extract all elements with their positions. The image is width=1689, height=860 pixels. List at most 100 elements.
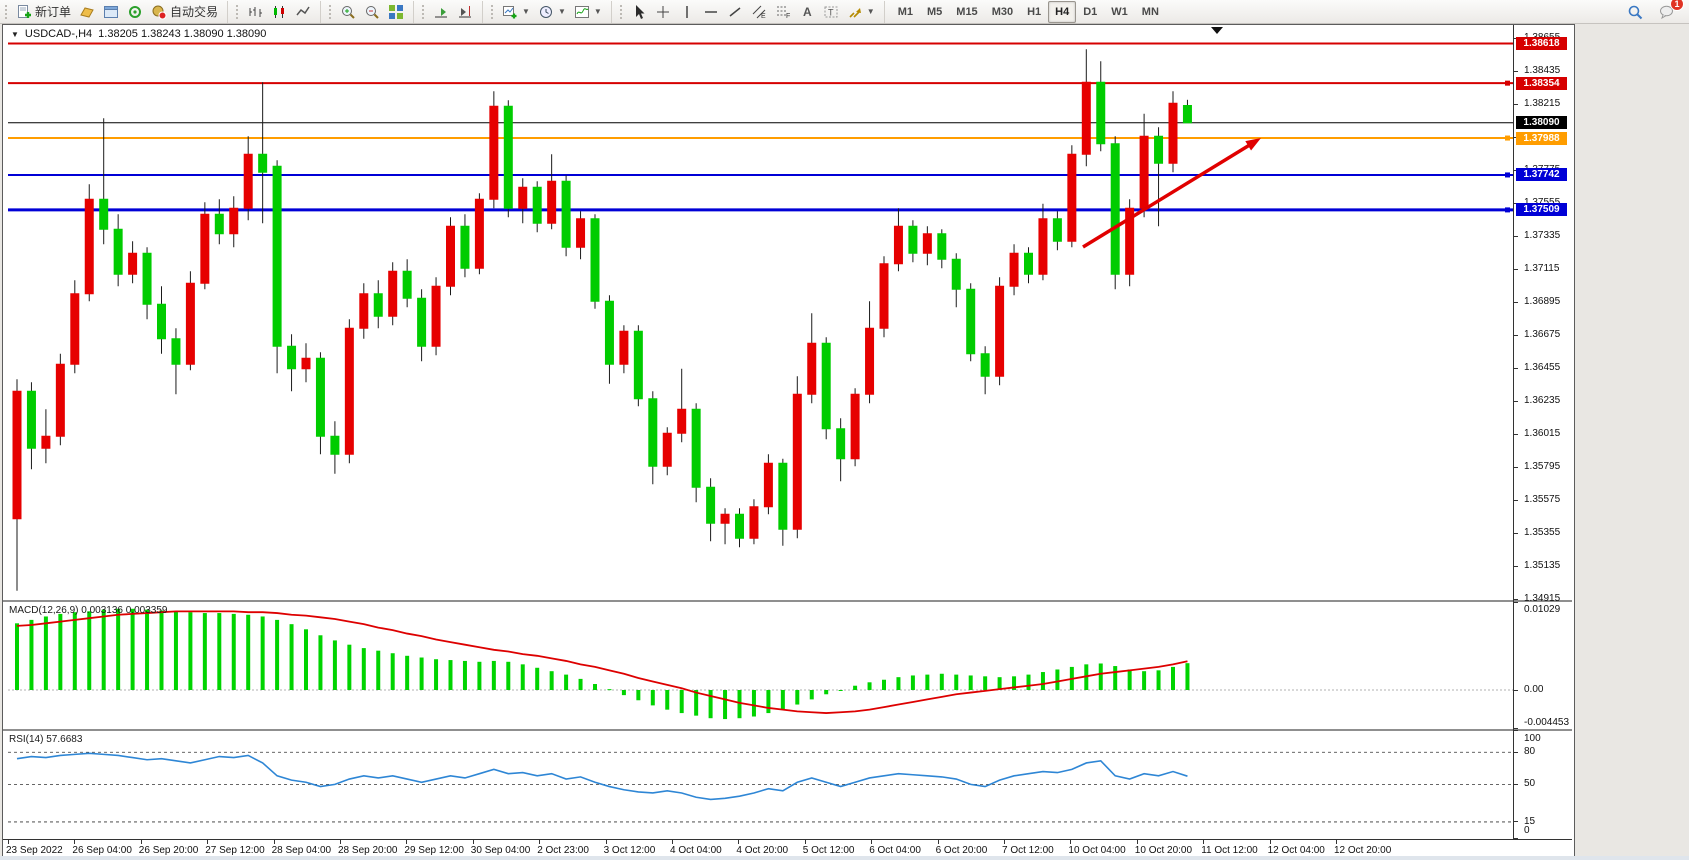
templates-icon bbox=[574, 4, 590, 20]
svg-text:A: A bbox=[803, 5, 812, 19]
toolbar-group-dropdowns: ▼ ▼ ▼ bbox=[482, 1, 609, 23]
rsi-tick-label: 50 bbox=[1524, 778, 1535, 789]
fibonacci-icon: F bbox=[775, 4, 791, 20]
time-tick-label: 30 Sep 04:00 bbox=[471, 845, 531, 856]
channel-button[interactable]: E bbox=[747, 1, 771, 23]
navigator-button[interactable] bbox=[99, 1, 123, 23]
cursor-icon bbox=[631, 4, 647, 20]
chart-collapse-icon[interactable]: ▼ bbox=[11, 30, 19, 39]
time-tick-label: 6 Oct 20:00 bbox=[936, 845, 988, 856]
price-tick-mark bbox=[1514, 236, 1518, 237]
svg-text:T: T bbox=[828, 7, 834, 17]
time-tick-label: 26 Sep 20:00 bbox=[139, 845, 199, 856]
horizontal-line-icon bbox=[703, 4, 719, 20]
periods-button-caret-icon[interactable]: ▼ bbox=[558, 7, 566, 16]
rsi-tick-mark bbox=[1514, 838, 1518, 839]
price-tick-mark bbox=[1514, 467, 1518, 468]
new-chart-icon bbox=[502, 4, 518, 20]
timeframe-h1-button[interactable]: H1 bbox=[1020, 1, 1048, 23]
macd-panel-separator[interactable] bbox=[3, 600, 1572, 602]
timeframe-w1-button[interactable]: W1 bbox=[1104, 1, 1135, 23]
autotrading-button[interactable]: 自动交易 bbox=[147, 1, 222, 23]
candlestick-button[interactable] bbox=[267, 1, 291, 23]
periods-icon bbox=[538, 4, 554, 20]
arrows-icon bbox=[847, 4, 863, 20]
line-chart-button[interactable] bbox=[291, 1, 315, 23]
text-icon: A bbox=[799, 4, 815, 20]
horizontal-line-button[interactable] bbox=[699, 1, 723, 23]
auto-scroll-button[interactable] bbox=[429, 1, 453, 23]
timeframe-m1-button[interactable]: M1 bbox=[891, 1, 920, 23]
time-tick-mark bbox=[274, 840, 275, 844]
crosshair-button[interactable] bbox=[651, 1, 675, 23]
fibonacci-button[interactable]: F bbox=[771, 1, 795, 23]
toolbar-group-scroll bbox=[413, 1, 480, 23]
time-tick-mark bbox=[406, 840, 407, 844]
autotrading-button-label: 自动交易 bbox=[170, 3, 218, 20]
timeframe-m5-button[interactable]: M5 bbox=[920, 1, 949, 23]
arrows-button[interactable]: ▼ bbox=[843, 1, 879, 23]
search-button[interactable] bbox=[1623, 1, 1647, 23]
time-tick-mark bbox=[539, 840, 540, 844]
new-chart-button[interactable]: ▼ bbox=[498, 1, 534, 23]
timeframe-h4-button[interactable]: H4 bbox=[1048, 1, 1076, 23]
price-tick-mark bbox=[1514, 269, 1518, 270]
time-tick-mark bbox=[141, 840, 142, 844]
zoom-in-button[interactable] bbox=[336, 1, 360, 23]
rsi-panel-separator[interactable] bbox=[3, 729, 1572, 731]
chart-window[interactable]: ▼ USDCAD-,H4 1.38205 1.38243 1.38090 1.3… bbox=[2, 24, 1575, 860]
price-tick-label: 1.36455 bbox=[1524, 362, 1560, 373]
macd-indicator-label: MACD(12,26,9) 0.003136 0.003359 bbox=[9, 605, 167, 616]
price-tick-mark bbox=[1514, 104, 1518, 105]
autotrading-icon bbox=[151, 4, 167, 20]
signals-button[interactable] bbox=[123, 1, 147, 23]
periods-button[interactable]: ▼ bbox=[534, 1, 570, 23]
vertical-line-button[interactable] bbox=[675, 1, 699, 23]
tile-windows-button[interactable] bbox=[384, 1, 408, 23]
time-tick-label: 2 Oct 23:00 bbox=[537, 845, 589, 856]
trendline-button[interactable] bbox=[723, 1, 747, 23]
price-tick-label: 1.36895 bbox=[1524, 296, 1560, 307]
text-label-icon: T bbox=[823, 4, 839, 20]
rsi-tick-mark bbox=[1514, 730, 1518, 731]
rsi-tick-label: 100 bbox=[1524, 733, 1541, 744]
price-tick-label: 1.37115 bbox=[1524, 263, 1559, 274]
chart-shift-button[interactable] bbox=[453, 1, 477, 23]
time-tick-label: 28 Sep 04:00 bbox=[272, 845, 332, 856]
new-order-button[interactable]: 新订单 bbox=[12, 1, 75, 23]
time-tick-label: 29 Sep 12:00 bbox=[404, 845, 464, 856]
price-tick-mark bbox=[1514, 434, 1518, 435]
price-line-label: 1.38618 bbox=[1516, 37, 1567, 50]
templates-button[interactable]: ▼ bbox=[570, 1, 606, 23]
time-tick-mark bbox=[1336, 840, 1337, 844]
time-tick-mark bbox=[1137, 840, 1138, 844]
timeframe-m30-button[interactable]: M30 bbox=[985, 1, 1020, 23]
time-tick-mark bbox=[1203, 840, 1204, 844]
bar-chart-button[interactable] bbox=[243, 1, 267, 23]
timeframe-d1-button[interactable]: D1 bbox=[1076, 1, 1104, 23]
price-tick-label: 1.34915 bbox=[1524, 593, 1560, 604]
toolbar-right-icons: 1 bbox=[1623, 1, 1689, 23]
macd-plot[interactable] bbox=[8, 602, 1513, 729]
price-chart-plot[interactable] bbox=[8, 26, 1513, 601]
arrows-button-caret-icon[interactable]: ▼ bbox=[867, 7, 875, 16]
crosshair-icon bbox=[655, 4, 671, 20]
toolbar-grip bbox=[491, 5, 496, 19]
text-label-button[interactable]: T bbox=[819, 1, 843, 23]
text-button[interactable]: A bbox=[795, 1, 819, 23]
market-watch-button[interactable] bbox=[75, 1, 99, 23]
toolbar-grip bbox=[236, 5, 241, 19]
chat-button[interactable]: 1 bbox=[1655, 1, 1679, 23]
toolbar-group-zoom bbox=[320, 1, 411, 23]
timeframe-m15-button[interactable]: M15 bbox=[949, 1, 984, 23]
price-tick-label: 1.35795 bbox=[1524, 461, 1560, 472]
price-tick-label: 1.35355 bbox=[1524, 527, 1560, 538]
timeframe-mn-button[interactable]: MN bbox=[1135, 1, 1166, 23]
rsi-plot[interactable] bbox=[8, 731, 1513, 837]
new-chart-button-caret-icon[interactable]: ▼ bbox=[522, 7, 530, 16]
cursor-button[interactable] bbox=[627, 1, 651, 23]
templates-button-caret-icon[interactable]: ▼ bbox=[594, 7, 602, 16]
zoom-out-button[interactable] bbox=[360, 1, 384, 23]
chart-symbol-period: USDCAD-,H4 bbox=[25, 28, 92, 40]
price-tick-label: 1.35575 bbox=[1524, 494, 1560, 505]
